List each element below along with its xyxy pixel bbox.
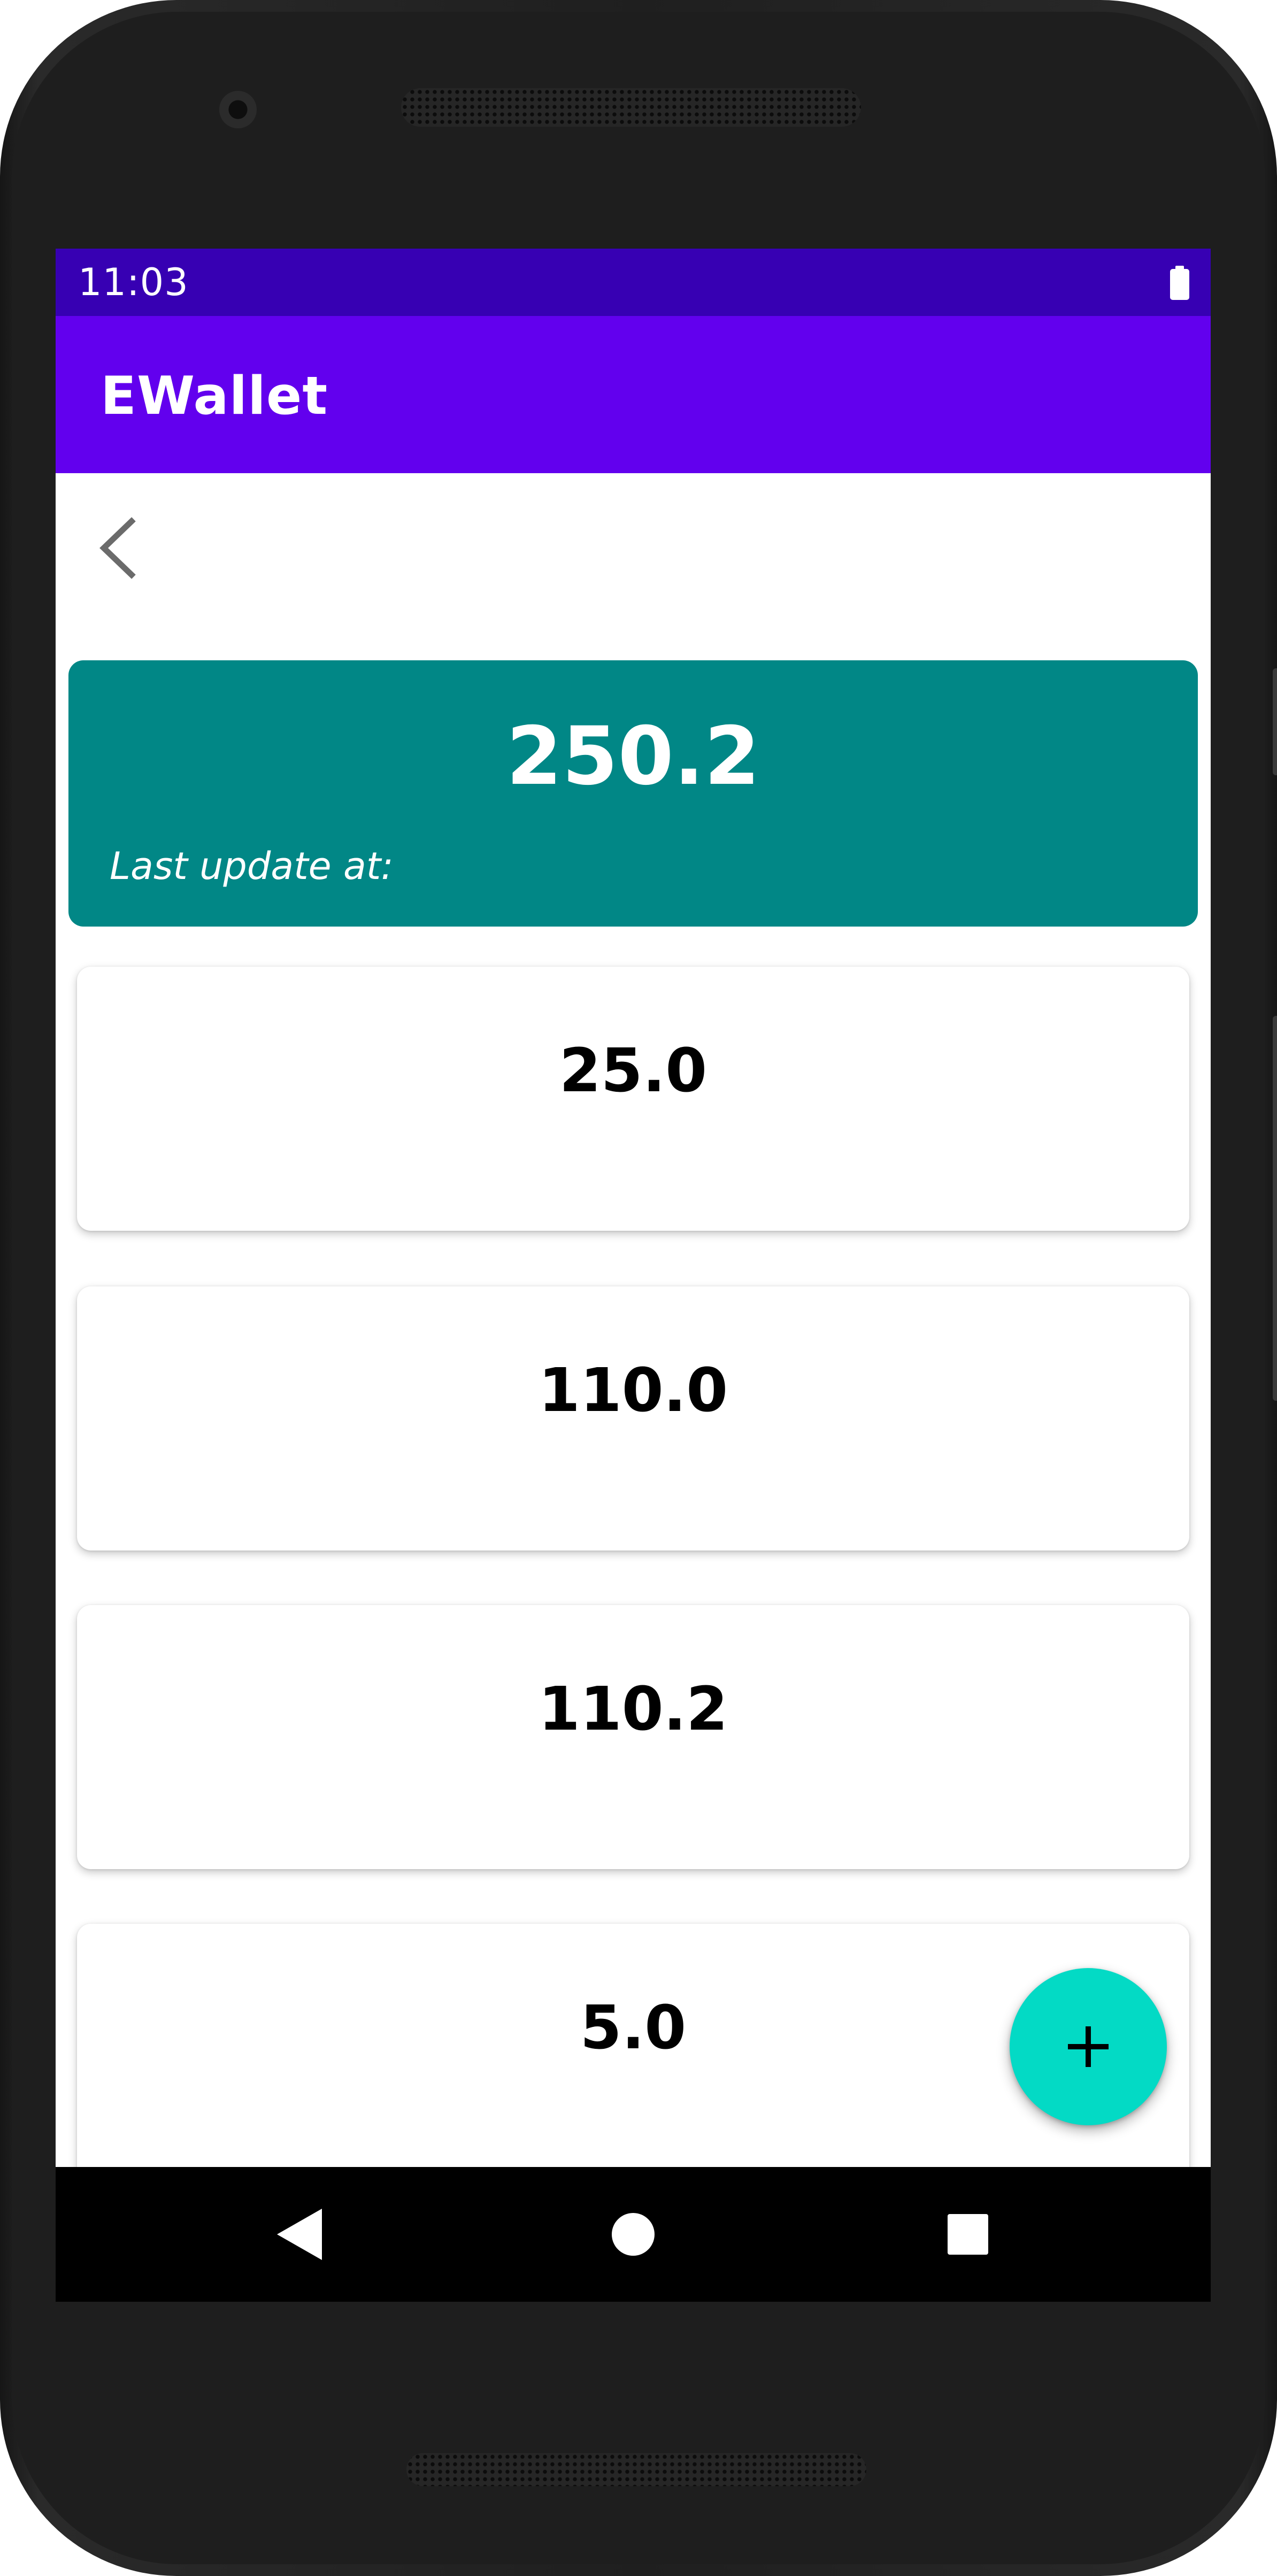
status-bar: 11:03 (56, 249, 1211, 316)
plus-icon (1068, 2026, 1109, 2067)
system-nav-bar (56, 2167, 1211, 2302)
app-bar: EWallet (56, 316, 1211, 473)
balance-card: 250.2 Last update at: (68, 660, 1198, 927)
top-speaker-grille (401, 88, 861, 127)
app-screen: 11:03 EWallet 250.2 Last update at: 25.0… (56, 249, 1211, 2302)
balance-amount: 250.2 (506, 710, 760, 803)
add-transaction-button[interactable] (1010, 1968, 1167, 2125)
volume-button (1273, 1016, 1277, 1401)
transaction-amount: 110.0 (538, 1356, 728, 1425)
chevron-left-icon (99, 517, 136, 579)
circle-home-icon[interactable] (603, 2204, 663, 2264)
transaction-card[interactable]: 110.0 (77, 1286, 1189, 1551)
transaction-amount: 110.2 (538, 1675, 728, 1744)
power-button (1273, 668, 1277, 775)
phone-frame: 11:03 EWallet 250.2 Last update at: 25.0… (0, 0, 1277, 2576)
transaction-card[interactable]: 110.2 (77, 1605, 1189, 1869)
back-button[interactable] (88, 511, 152, 585)
last-update-label: Last update at: (110, 844, 394, 888)
transaction-amount: 25.0 (559, 1036, 707, 1106)
status-time: 11:03 (78, 260, 189, 304)
front-camera (219, 91, 257, 128)
bottom-speaker-grille (406, 2453, 866, 2486)
app-title: EWallet (101, 366, 328, 427)
square-recents-icon[interactable] (938, 2204, 998, 2264)
triangle-back-icon[interactable] (270, 2204, 329, 2264)
transaction-card[interactable]: 25.0 (77, 967, 1189, 1231)
battery-full-icon (1170, 266, 1189, 300)
